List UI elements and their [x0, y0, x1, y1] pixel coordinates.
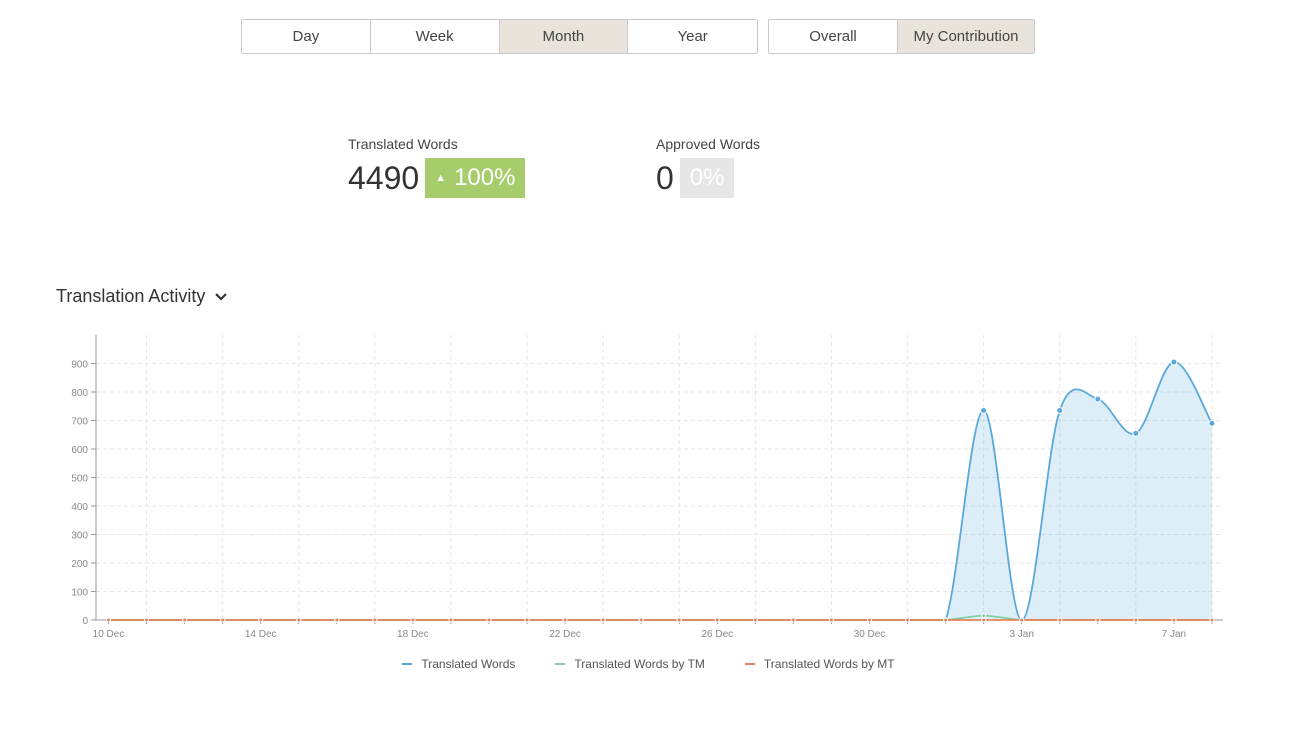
data-point-mt [828, 617, 834, 623]
chart-legend: Translated Words Translated Words by TM … [0, 657, 1297, 671]
translated-words-stat: Translated Words 4490 ▲ 100% [348, 136, 526, 198]
legend-swatch-tm [555, 663, 566, 665]
tab-week[interactable]: Week [370, 20, 500, 53]
data-point-mt [486, 617, 492, 623]
tab-overall[interactable]: Overall [769, 20, 898, 53]
legend-swatch-translated [402, 663, 413, 665]
data-point-mt [1209, 617, 1215, 623]
approved-words-label: Approved Words [656, 136, 761, 152]
data-point-mt [410, 617, 416, 623]
translation-activity-chart: 0 100 200 300 400 500 600 700 800 900 10 Dec 14 Dec… [71, 335, 1223, 640]
data-point-mt [106, 617, 111, 623]
legend-label-mt: Translated Words by MT [763, 657, 895, 671]
data-point-mt [790, 617, 796, 623]
data-point-mt [600, 617, 606, 623]
x-tick-label: 14 Dec [245, 629, 277, 640]
tab-day[interactable]: Day [242, 20, 371, 53]
approved-words-stat: Approved Words 0 0% [656, 136, 760, 198]
x-tick-label: 22 Dec [549, 629, 581, 640]
data-point-tm [981, 613, 987, 619]
data-point-mt [334, 617, 340, 623]
y-tick-label: 100 [71, 588, 88, 599]
data-point-mt [1019, 617, 1025, 623]
y-tick-label: 600 [71, 445, 88, 456]
triangle-up-icon: ▲ [435, 172, 447, 184]
data-point-mt [1133, 617, 1139, 623]
data-point-mt [905, 617, 911, 623]
translated-words-label: Translated Words [348, 136, 458, 152]
period-selector: Day Week Month Year [241, 19, 758, 54]
approved-words-value: 0 [656, 159, 674, 196]
translated-words-change-badge: ▲ 100% [425, 158, 526, 198]
x-tick-label: 10 Dec [93, 629, 125, 640]
x-tick-label: 3 Jan [1009, 629, 1033, 640]
y-tick-label: 900 [71, 360, 88, 371]
data-point-translated [1132, 429, 1140, 437]
y-tick-label: 0 [82, 616, 88, 627]
data-point-mt [1057, 617, 1063, 623]
x-tick-label: 30 Dec [854, 629, 886, 640]
data-point-translated [1094, 395, 1102, 403]
approved-words-change: 0% [689, 164, 725, 191]
legend-item-translated[interactable]: Translated Words [402, 657, 515, 671]
chevron-down-icon [215, 292, 228, 301]
data-point-mt [372, 617, 378, 623]
legend-item-tm[interactable]: Translated Words by TM [555, 657, 705, 671]
data-point-mt [1171, 617, 1177, 623]
scope-selector: Overall My Contribution [768, 19, 1035, 54]
data-point-mt [182, 617, 188, 623]
data-point-mt [1095, 617, 1101, 623]
y-tick-label: 400 [71, 502, 88, 513]
approved-words-change-badge: 0% [679, 158, 735, 198]
legend-label-translated: Translated Words [421, 657, 516, 671]
data-point-mt [981, 617, 987, 623]
data-point-mt [638, 617, 644, 623]
data-point-mt [144, 617, 150, 623]
translation-activity-toggle[interactable]: Translation Activity [56, 286, 228, 307]
tab-year[interactable]: Year [628, 20, 757, 53]
y-tick-label: 300 [71, 531, 88, 542]
y-tick-label: 500 [71, 474, 88, 485]
legend-swatch-mt [744, 663, 755, 665]
translation-activity-title: Translation Activity [56, 286, 206, 306]
data-point-mt [448, 617, 454, 623]
data-point-mt [714, 617, 720, 623]
x-tick-label: 7 Jan [1162, 629, 1186, 640]
translated-words-value: 4490 [348, 159, 420, 196]
data-point-mt [752, 617, 758, 623]
data-point-mt [296, 617, 302, 623]
tab-my-contribution[interactable]: My Contribution [898, 20, 1034, 53]
data-point-translated [1170, 358, 1178, 366]
data-point-mt [676, 617, 682, 623]
translated-words-change: 100% [454, 164, 516, 191]
legend-label-tm: Translated Words by TM [574, 657, 705, 671]
data-point-translated [980, 407, 988, 415]
x-tick-label: 18 Dec [397, 629, 429, 640]
data-point-mt [220, 617, 226, 623]
y-tick-label: 700 [71, 417, 88, 428]
data-point-mt [867, 617, 872, 623]
legend-item-mt[interactable]: Translated Words by MT [744, 657, 895, 671]
data-point-translated [1056, 407, 1064, 415]
y-tick-label: 200 [71, 559, 88, 570]
data-point-mt [562, 617, 568, 623]
data-point-mt [258, 617, 264, 623]
tab-month[interactable]: Month [499, 20, 629, 53]
x-tick-label: 26 Dec [701, 629, 733, 640]
data-point-translated [1208, 419, 1216, 427]
data-point-mt [524, 617, 530, 623]
data-point-mt [943, 617, 949, 623]
y-tick-label: 800 [71, 388, 88, 399]
